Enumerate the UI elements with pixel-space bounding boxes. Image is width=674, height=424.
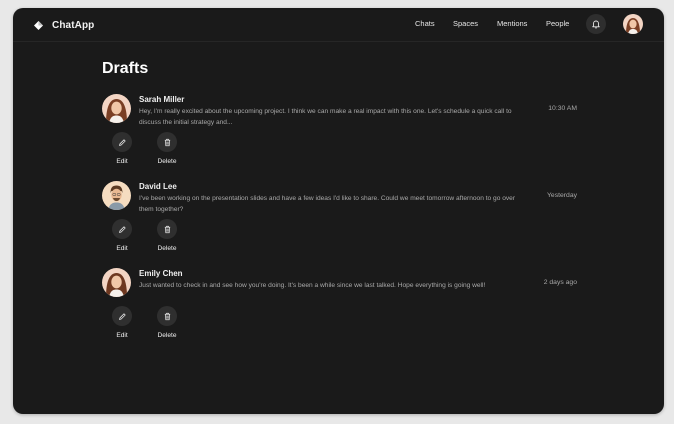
app-name: ChatApp xyxy=(52,19,95,31)
pencil-icon xyxy=(118,225,127,234)
trash-icon xyxy=(163,312,172,321)
draft-time: 10:30 AM xyxy=(548,105,577,112)
brand[interactable]: ChatApp xyxy=(33,17,94,33)
nav-mentions[interactable]: Mentions xyxy=(497,19,527,28)
trash-icon xyxy=(163,138,172,147)
draft-time: Yesterday xyxy=(547,192,577,199)
page-title: Drafts xyxy=(102,60,149,77)
draft-preview: Just wanted to check in and see how you'… xyxy=(139,282,486,289)
nav-people[interactable]: People xyxy=(546,19,569,28)
delete-button[interactable]: Delete xyxy=(150,219,184,252)
app-window: ChatApp Chats Spaces Mentions People Dra… xyxy=(13,8,664,414)
avatar xyxy=(102,181,131,210)
draft-time: 2 days ago xyxy=(543,279,577,286)
draft-item[interactable]: Sarah Miller Hey, I'm really excited abo… xyxy=(102,94,577,174)
draft-preview: I've been working on the presentation sl… xyxy=(139,195,516,213)
delete-button[interactable]: Delete xyxy=(150,132,184,165)
pencil-icon xyxy=(118,138,127,147)
trash-icon xyxy=(163,225,172,234)
edit-button[interactable]: Edit xyxy=(105,306,139,339)
edit-label: Edit xyxy=(116,332,128,339)
top-header: ChatApp Chats Spaces Mentions People xyxy=(13,8,664,42)
user-avatar[interactable] xyxy=(623,14,643,34)
edit-label: Edit xyxy=(116,245,128,252)
edit-label: Edit xyxy=(116,158,128,165)
delete-label: Delete xyxy=(157,245,177,252)
pencil-icon xyxy=(118,312,127,321)
delete-button[interactable]: Delete xyxy=(150,306,184,339)
draft-preview: Hey, I'm really excited about the upcomi… xyxy=(139,108,512,126)
draft-item[interactable]: Emily Chen Just wanted to check in and s… xyxy=(102,268,577,348)
nav-spaces[interactable]: Spaces xyxy=(453,19,478,28)
bell-icon xyxy=(591,19,601,29)
edit-button[interactable]: Edit xyxy=(105,132,139,165)
draft-item[interactable]: David Lee I've been working on the prese… xyxy=(102,181,577,261)
sender-name: Sarah Miller xyxy=(139,95,185,104)
sender-name: David Lee xyxy=(139,182,177,191)
delete-label: Delete xyxy=(157,332,177,339)
diamond-logo-icon xyxy=(33,20,44,31)
notifications-button[interactable] xyxy=(586,14,606,34)
edit-button[interactable]: Edit xyxy=(105,219,139,252)
avatar xyxy=(102,268,131,297)
avatar xyxy=(102,94,131,123)
nav-chats[interactable]: Chats xyxy=(415,19,435,28)
sender-name: Emily Chen xyxy=(139,269,183,278)
delete-label: Delete xyxy=(157,158,177,165)
